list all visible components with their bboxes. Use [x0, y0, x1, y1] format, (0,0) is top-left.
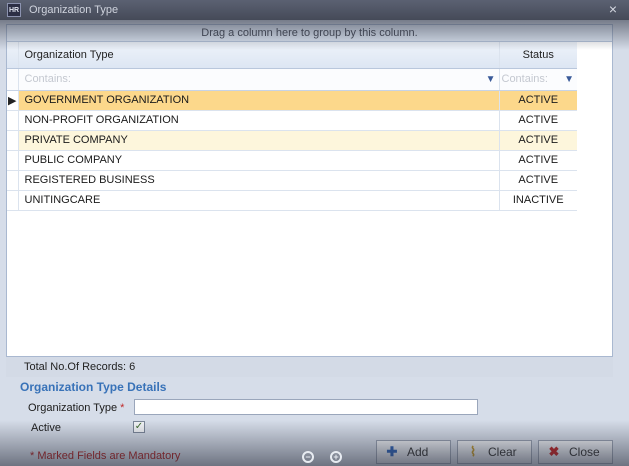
- indicator-header: [7, 42, 19, 69]
- row-indicator: [7, 170, 19, 191]
- header-row: Organization Type Status: [7, 42, 577, 69]
- cell-organization-type[interactable]: PRIVATE COMPANY: [18, 130, 500, 151]
- cell-status[interactable]: INACTIVE: [499, 190, 577, 211]
- table-row[interactable]: PUBLIC COMPANY ACTIVE: [7, 150, 577, 171]
- table-row[interactable]: NON-PROFIT ORGANIZATION ACTIVE: [7, 110, 577, 131]
- table-row[interactable]: UNITINGCARE INACTIVE: [7, 190, 577, 211]
- plus-icon: ✚: [386, 444, 398, 459]
- cell-status[interactable]: ACTIVE: [499, 90, 577, 111]
- add-button[interactable]: ✚ Add: [376, 440, 451, 464]
- title-bar: HR Organization Type ×: [0, 0, 629, 20]
- checkmark-icon: ✓: [134, 421, 144, 432]
- table-row[interactable]: REGISTERED BUSINESS ACTIVE: [7, 170, 577, 191]
- app-logo-icon: HR: [7, 3, 21, 17]
- active-checkbox[interactable]: ✓: [133, 421, 145, 433]
- organization-type-label: Organization Type *: [28, 402, 124, 414]
- filter-placeholder-status: Contains:: [501, 73, 548, 85]
- add-button-label: Add: [407, 445, 429, 459]
- column-header-organization-type[interactable]: Organization Type: [18, 42, 500, 69]
- cell-status[interactable]: ACTIVE: [499, 150, 577, 171]
- details-section-title: Organization Type Details: [20, 380, 167, 394]
- filter-cell-status[interactable]: Contains: ▼: [499, 68, 577, 91]
- organization-type-grid: Drag a column here to group by this colu…: [6, 24, 613, 357]
- row-indicator: [7, 110, 19, 131]
- cell-organization-type[interactable]: GOVERNMENT ORGANIZATION: [18, 90, 500, 111]
- filter-row: Contains: ▼ Contains: ▼: [7, 68, 577, 91]
- table-row[interactable]: ▶ GOVERNMENT ORGANIZATION ACTIVE: [7, 90, 577, 111]
- broom-icon: ⌇: [469, 444, 477, 459]
- close-button[interactable]: ✖ Close: [538, 440, 613, 464]
- required-marker: *: [120, 402, 125, 414]
- cell-organization-type[interactable]: REGISTERED BUSINESS: [18, 170, 500, 191]
- row-indicator: [7, 190, 19, 211]
- cell-status[interactable]: ACTIVE: [499, 130, 577, 151]
- clear-button-label: Clear: [488, 445, 517, 459]
- grid-table: Organization Type Status Contains: ▼ Con…: [7, 42, 577, 211]
- mandatory-note: * Marked Fields are Mandatory: [30, 450, 181, 462]
- funnel-filter-icon[interactable]: ▼: [564, 74, 574, 85]
- organization-type-label-text: Organization Type: [28, 402, 118, 414]
- funnel-filter-icon[interactable]: ▼: [486, 74, 496, 85]
- clear-button[interactable]: ⌇ Clear: [457, 440, 532, 464]
- zoom-in-icon[interactable]: +: [330, 451, 342, 463]
- cell-organization-type[interactable]: NON-PROFIT ORGANIZATION: [18, 110, 500, 131]
- filter-placeholder-organization-type: Contains:: [24, 73, 71, 85]
- row-indicator: [7, 130, 19, 151]
- close-button-label: Close: [569, 445, 600, 459]
- window-close-icon[interactable]: ×: [609, 1, 617, 17]
- cell-organization-type[interactable]: UNITINGCARE: [18, 190, 500, 211]
- record-count: Total No.Of Records: 6: [6, 357, 613, 377]
- cell-status[interactable]: ACTIVE: [499, 110, 577, 131]
- organization-type-input[interactable]: [134, 399, 478, 415]
- cell-status[interactable]: ACTIVE: [499, 170, 577, 191]
- cell-organization-type[interactable]: PUBLIC COMPANY: [18, 150, 500, 171]
- indicator-filter-cell: [7, 68, 19, 91]
- row-indicator: [7, 150, 19, 171]
- group-by-panel[interactable]: Drag a column here to group by this colu…: [7, 25, 612, 42]
- table-row[interactable]: PRIVATE COMPANY ACTIVE: [7, 130, 577, 151]
- filter-cell-organization-type[interactable]: Contains: ▼: [18, 68, 500, 91]
- column-header-status[interactable]: Status: [499, 42, 577, 69]
- window-title: Organization Type: [29, 4, 119, 16]
- current-row-arrow-icon: ▶: [7, 90, 19, 111]
- zoom-out-icon[interactable]: −: [302, 451, 314, 463]
- close-x-icon: ✖: [548, 444, 560, 459]
- active-label: Active: [31, 422, 61, 434]
